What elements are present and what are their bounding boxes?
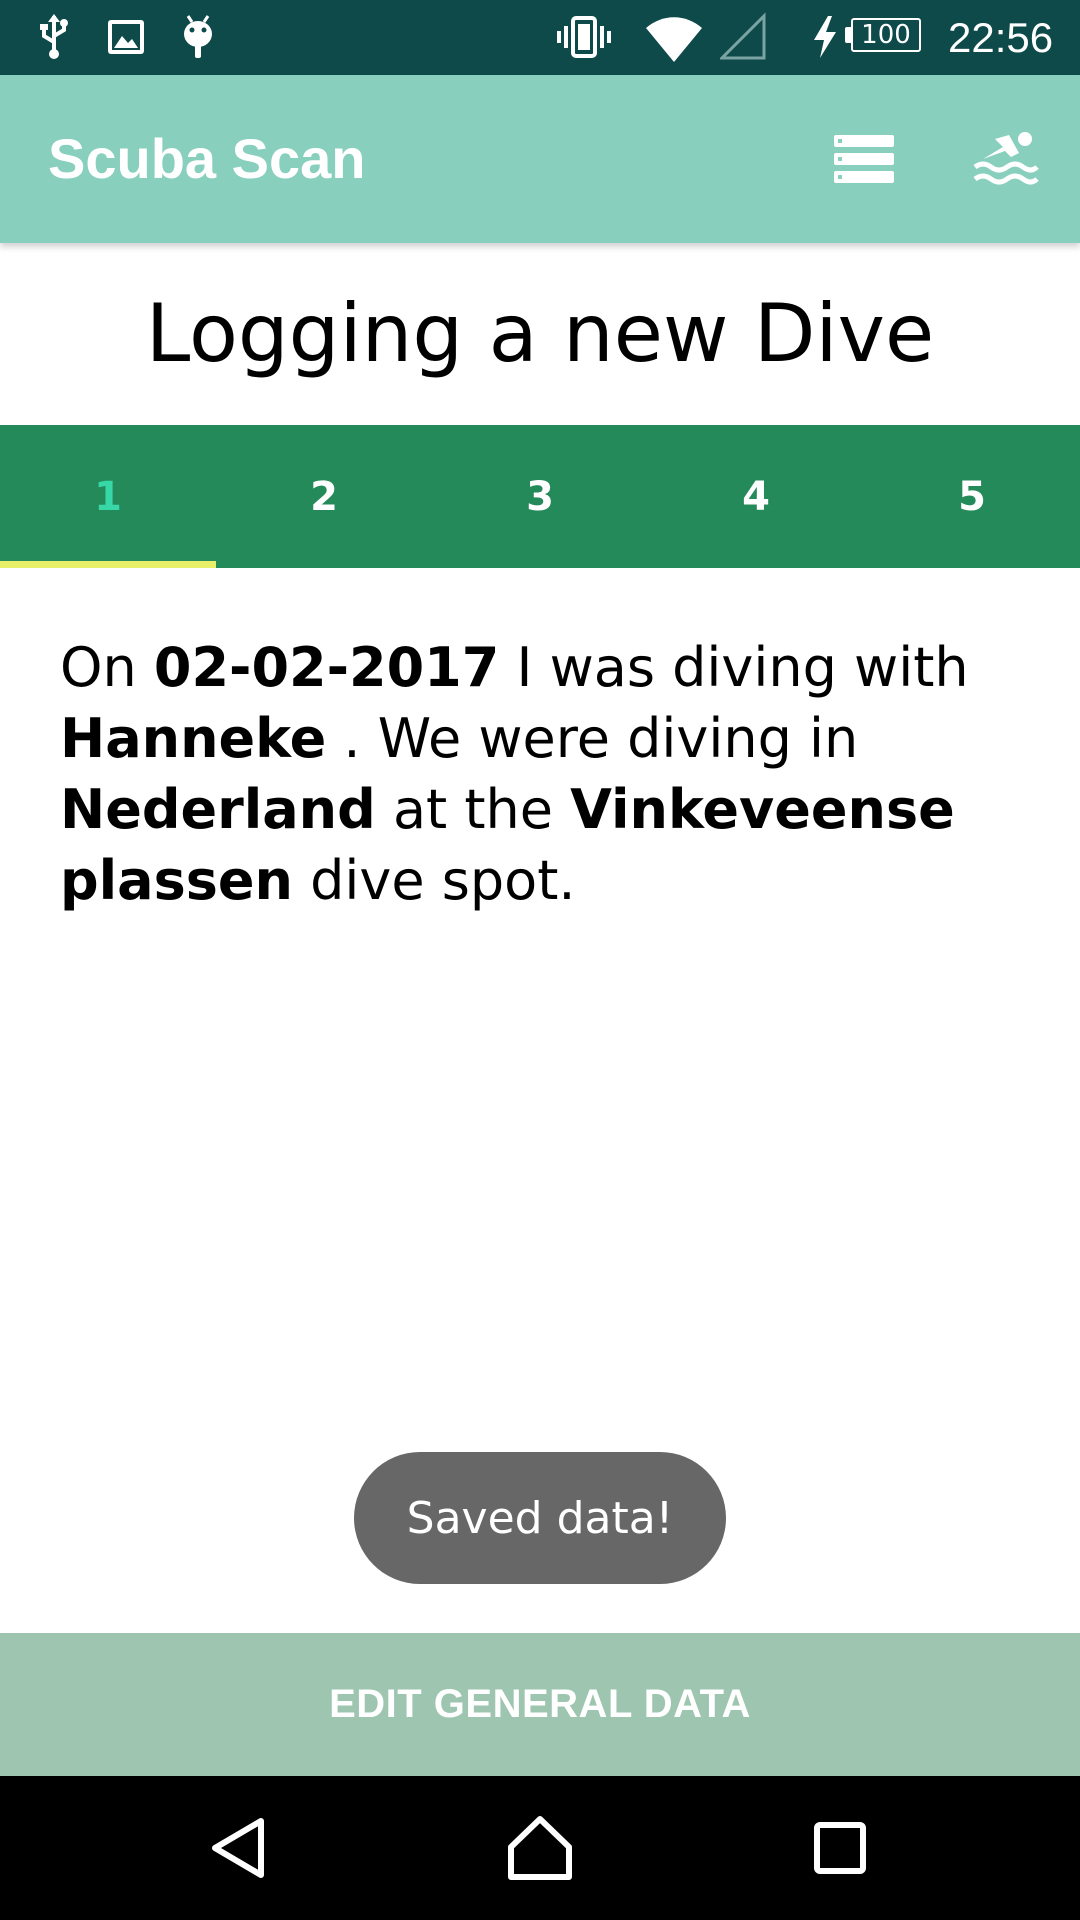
battery-icon: 100 bbox=[845, 18, 923, 54]
image-icon bbox=[104, 12, 148, 62]
home-button[interactable] bbox=[490, 1798, 590, 1898]
cell-signal-icon bbox=[720, 12, 766, 62]
saved-toast: Saved data! bbox=[354, 1452, 726, 1584]
dive-buddy: Hanneke bbox=[60, 707, 327, 770]
dive-country: Nederland bbox=[60, 778, 376, 841]
tab-step-1[interactable]: 1 bbox=[0, 425, 216, 568]
app-title: Scuba Scan bbox=[48, 127, 366, 190]
tab-step-5[interactable]: 5 bbox=[864, 425, 1080, 568]
list-icon bbox=[834, 135, 894, 183]
back-icon bbox=[212, 1818, 264, 1878]
summary-text: I was diving with bbox=[499, 636, 969, 699]
swimmer-icon bbox=[973, 132, 1039, 185]
android-debug-icon bbox=[176, 12, 220, 62]
home-icon bbox=[508, 1816, 572, 1880]
dive-summary: On 02-02-2017 I was diving with Hanneke … bbox=[60, 632, 1020, 916]
dive-list-button[interactable] bbox=[822, 117, 906, 201]
wifi-icon bbox=[644, 12, 704, 62]
status-bar: 100 22:56 bbox=[0, 0, 1080, 75]
tab-step-3[interactable]: 3 bbox=[432, 425, 648, 568]
app-bar: Scuba Scan bbox=[0, 75, 1080, 243]
charging-icon bbox=[810, 12, 840, 62]
dive-date: 02-02-2017 bbox=[153, 636, 500, 699]
recents-icon bbox=[814, 1822, 866, 1874]
tab-step-4[interactable]: 4 bbox=[648, 425, 864, 568]
back-button[interactable] bbox=[190, 1798, 290, 1898]
screen: 100 22:56 Scuba Scan Logging a new Dive … bbox=[0, 0, 1080, 1920]
navigation-bar bbox=[0, 1776, 1080, 1920]
summary-text: at the bbox=[375, 778, 571, 841]
tab-step-2[interactable]: 2 bbox=[216, 425, 432, 568]
status-clock: 22:56 bbox=[948, 14, 1054, 61]
dive-mode-button[interactable] bbox=[964, 117, 1048, 201]
recents-button[interactable] bbox=[790, 1798, 890, 1898]
page-title: Logging a new Dive bbox=[145, 287, 935, 380]
summary-text: On bbox=[60, 636, 154, 699]
summary-text: dive spot. bbox=[292, 849, 576, 912]
vibrate-icon bbox=[556, 12, 612, 62]
battery-level: 100 bbox=[851, 18, 921, 52]
usb-icon bbox=[34, 12, 74, 62]
edit-general-data-button[interactable]: EDIT GENERAL DATA bbox=[0, 1633, 1080, 1776]
step-tabs: 1 2 3 4 5 bbox=[0, 425, 1080, 568]
summary-text: . We were diving in bbox=[326, 707, 859, 770]
